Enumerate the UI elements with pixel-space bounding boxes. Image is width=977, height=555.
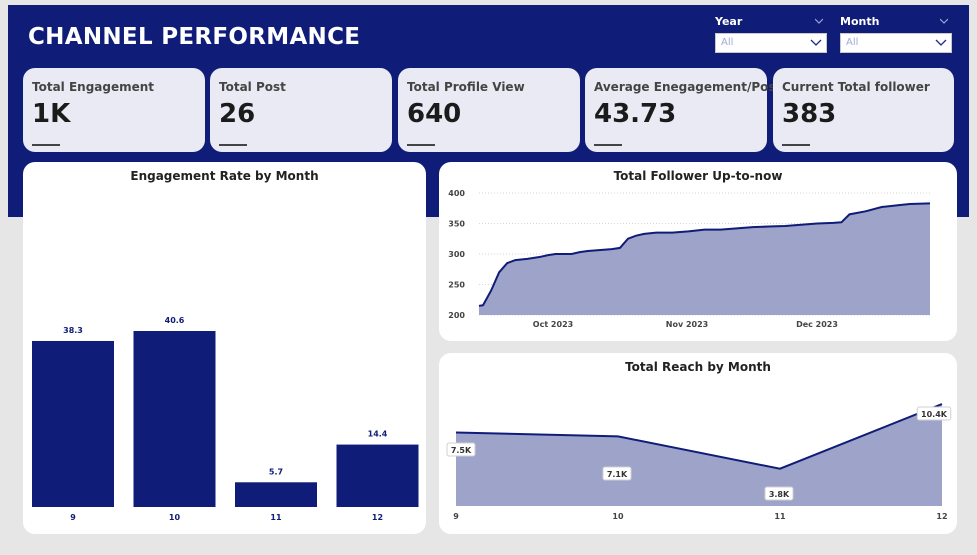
kpi-card-total-profile-view: Total Profile View 640 (398, 68, 580, 152)
x-tick-label: 11 (270, 513, 282, 522)
y-tick-label: 300 (448, 250, 465, 259)
year-dropdown[interactable]: All (715, 33, 827, 53)
chevron-down-icon[interactable] (940, 17, 948, 25)
kpi-divider (407, 144, 435, 146)
kpi-card-total-post: Total Post 26 (210, 68, 392, 152)
kpi-value: 43.73 (594, 99, 677, 129)
x-tick-label: 11 (774, 512, 786, 521)
data-label: 38.3 (63, 326, 83, 335)
data-label: 3.8K (769, 490, 790, 499)
kpi-value: 26 (219, 99, 256, 129)
year-slicer-label: Year (715, 15, 743, 28)
y-tick-label: 200 (448, 311, 465, 320)
month-dropdown-value: All (846, 37, 859, 48)
bar (336, 444, 419, 507)
data-label: 40.6 (165, 316, 185, 325)
bar (32, 340, 114, 507)
engagement-rate-card: Engagement Rate by Month 38.3 9 40.6 10 5.7 1… (23, 162, 426, 534)
kpi-divider (219, 144, 247, 146)
kpi-card-average-engagement: Average Enegagement/Post 43.73 (585, 68, 781, 152)
month-slicer-label: Month (840, 15, 880, 28)
kpi-label: Current Total follower (782, 80, 930, 94)
kpi-value: 383 (782, 99, 837, 129)
x-tick-label: 10 (169, 513, 181, 522)
engagement-rate-chart: 38.3 9 40.6 10 5.7 11 14.4 12 (32, 316, 419, 522)
kpi-divider (782, 144, 810, 146)
bar (133, 331, 216, 507)
kpi-card-total-engagement: Total Engagement 1K (23, 68, 205, 152)
y-tick-label: 400 (448, 189, 465, 198)
month-slicer[interactable]: Month All (840, 15, 952, 53)
y-tick-label: 350 (448, 220, 465, 229)
y-tick-label: 250 (448, 281, 465, 290)
data-label: 10.4K (921, 410, 948, 419)
kpi-label: Total Engagement (32, 80, 155, 94)
chevron-down-icon[interactable] (815, 17, 823, 25)
kpi-value: 640 (407, 99, 462, 129)
area-fill (479, 203, 930, 315)
page-title: CHANNEL PERFORMANCE (28, 24, 361, 50)
kpi-value: 1K (32, 99, 71, 129)
chevron-down-icon (935, 39, 947, 46)
follower-card: Total Follower Up-to-now 400 350 300 250 200… (439, 162, 957, 341)
kpi-label: Total Profile View (407, 80, 525, 94)
reach-chart: 7.5K 7.1K 3.8K 10.4K 9 10 11 12 (446, 403, 952, 521)
year-slicer[interactable]: Year All (715, 15, 827, 53)
month-dropdown[interactable]: All (840, 33, 952, 53)
x-tick-label: 9 (70, 513, 76, 522)
year-dropdown-value: All (721, 37, 734, 48)
follower-chart: 400 350 300 250 200 Oct 2023 Nov 2023 Dec 2023 (448, 189, 931, 329)
x-tick-label: Oct 2023 (533, 320, 573, 329)
area-fill (456, 404, 942, 506)
data-label: 7.5K (451, 446, 472, 455)
x-tick-label: 10 (612, 512, 624, 521)
x-tick-label: Dec 2023 (796, 320, 838, 329)
kpi-divider (594, 144, 622, 146)
x-tick-label: 12 (936, 512, 947, 521)
x-tick-label: 9 (453, 512, 459, 521)
kpi-label: Average Enegagement/Post (594, 80, 782, 94)
kpi-divider (32, 144, 60, 146)
reach-card: Total Reach by Month 7.5K 7.1K 3.8K 10.4K 9 1… (439, 353, 957, 534)
kpi-label: Total Post (219, 80, 286, 94)
kpi-card-current-follower: Current Total follower 383 (773, 68, 954, 152)
x-tick-label: 12 (372, 513, 383, 522)
x-tick-label: Nov 2023 (666, 320, 708, 329)
data-label: 7.1K (607, 470, 628, 479)
chevron-down-icon (810, 39, 822, 46)
data-label: 14.4 (368, 430, 388, 439)
data-label: 5.7 (269, 467, 283, 476)
bar (235, 482, 317, 507)
